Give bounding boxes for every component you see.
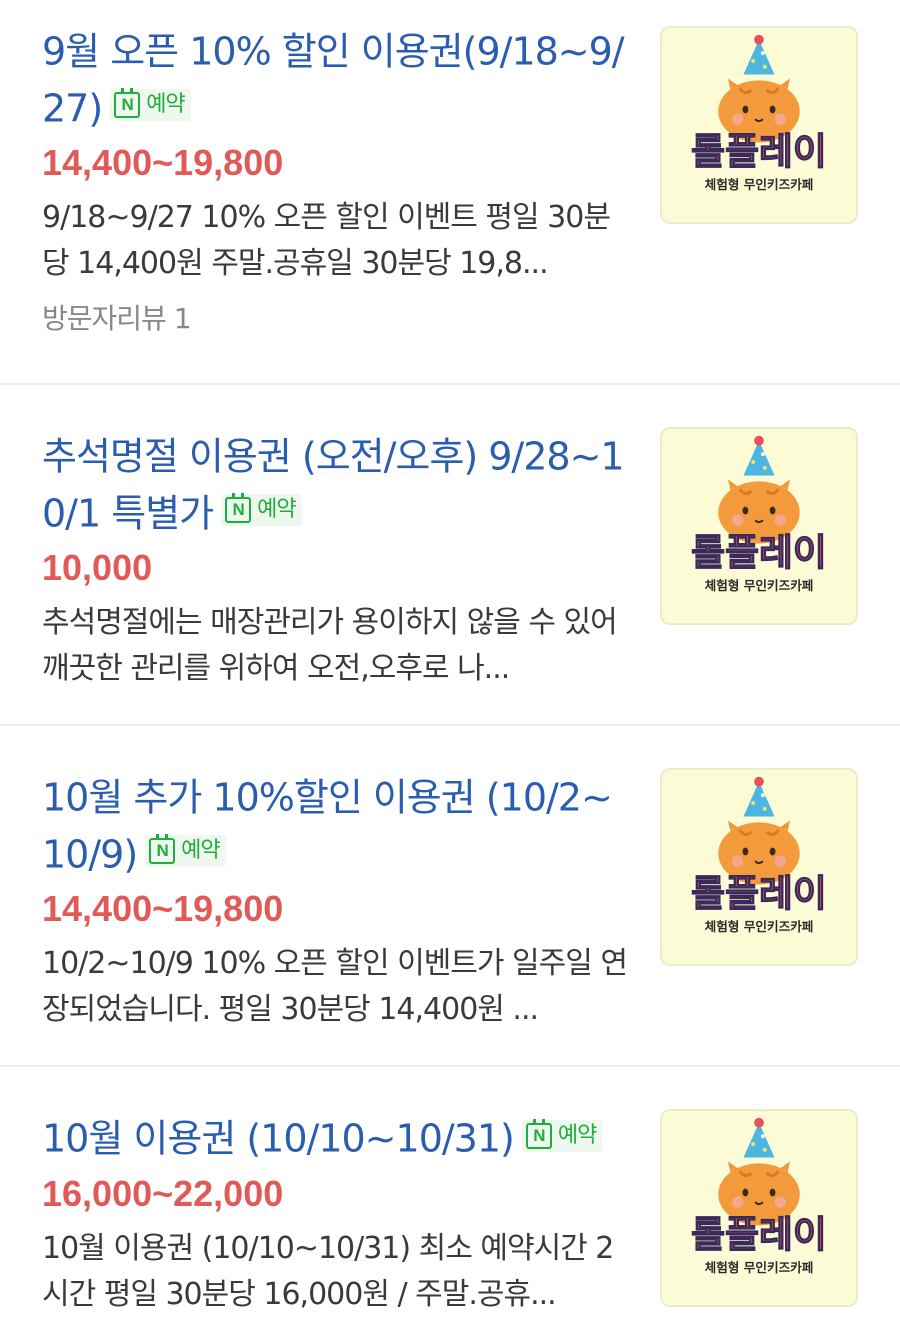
item-description: 10/2~10/9 10% 오픈 할인 이벤트가 일주일 연장되었습니다. 평일… — [42, 946, 628, 1027]
reservation-badge: N 예약 — [110, 88, 191, 121]
badge-label: 예약 — [257, 497, 296, 522]
item-title[interactable]: 9월 오픈 10% 할인 이용권(9/18~9/27) N 예약 — [42, 22, 632, 135]
item-price: 14,400~19,800 — [42, 888, 284, 929]
reservation-badge: N 예약 — [521, 1118, 603, 1152]
product-list: 9월 오픈 10% 할인 이용권(9/18~9/27) N 예약 14,400~19… — [0, 0, 900, 1344]
thumbnail-tagline: 체험형 무인키즈카페 — [705, 578, 814, 593]
thumbnail-tagline: 체험형 무인키즈카페 — [705, 1260, 814, 1275]
item-title[interactable]: 추석명절 이용권 (오전/오후) 9/28~10/1 특별가 N 예약 — [42, 427, 632, 540]
naver-booking-icon: N — [225, 493, 252, 523]
badge-label: 예약 — [181, 838, 220, 863]
list-item[interactable]: 10월 이용권 (10/10~10/31) N 예약 16,000~22,000 1… — [0, 1067, 900, 1344]
thumbnail-tagline: 체험형 무인키즈카페 — [705, 919, 814, 934]
reservation-badge: N 예약 — [221, 493, 302, 526]
item-content: 9월 오픈 10% 할인 이용권(9/18~9/27) N 예약 14,400~19… — [42, 22, 632, 341]
thumbnail-brand: 롤플레이 — [691, 872, 827, 915]
cat-party-hat-logo: 롤플레이 체험형 무인키즈카페 — [691, 435, 827, 593]
list-item[interactable]: 추석명절 이용권 (오전/오후) 9/28~10/1 특별가 N 예약 10,000… — [0, 385, 900, 726]
item-title[interactable]: 10월 이용권 (10/10~10/31) N 예약 — [42, 1109, 632, 1166]
cat-party-hat-logo: 롤플레이 체험형 무인키즈카페 — [691, 1117, 827, 1275]
item-price: 14,400~19,800 — [42, 142, 284, 183]
badge-label: 예약 — [557, 1122, 597, 1148]
list-item[interactable]: 9월 오픈 10% 할인 이용권(9/18~9/27) N 예약 14,400~19… — [0, 0, 900, 385]
list-item[interactable]: 10월 추가 10%할인 이용권 (10/2~10/9) N 예약 14,400~1… — [0, 726, 900, 1067]
item-thumbnail[interactable]: 롤플레이 체험형 무인키즈카페 — [660, 768, 858, 966]
item-thumbnail[interactable]: 롤플레이 체험형 무인키즈카페 — [660, 26, 858, 224]
item-description: 9/18~9/27 10% 오픈 할인 이벤트 평일 30분당 14,400원 … — [42, 200, 611, 281]
item-price: 10,000 — [42, 547, 153, 588]
thumbnail-brand: 롤플레이 — [691, 130, 827, 173]
reservation-badge: N 예약 — [145, 834, 226, 867]
item-thumbnail[interactable]: 롤플레이 체험형 무인키즈카페 — [660, 1109, 858, 1307]
thumbnail-tagline: 체험형 무인키즈카페 — [705, 177, 814, 192]
item-content: 10월 이용권 (10/10~10/31) N 예약 16,000~22,000 1… — [42, 1089, 632, 1318]
item-content: 10월 추가 10%할인 이용권 (10/2~10/9) N 예약 14,400~1… — [42, 748, 632, 1033]
item-description: 10월 이용권 (10/10~10/31) 최소 예약시간 2시간 평일 30분… — [42, 1230, 614, 1312]
item-title[interactable]: 10월 추가 10%할인 이용권 (10/2~10/9) N 예약 — [42, 768, 632, 881]
item-title-text[interactable]: 10월 이용권 (10/10~10/31) — [42, 1117, 515, 1161]
thumbnail-brand: 롤플레이 — [691, 531, 827, 574]
cat-party-hat-logo: 롤플레이 체험형 무인키즈카페 — [691, 34, 827, 192]
cat-party-hat-logo: 롤플레이 체험형 무인키즈카페 — [691, 776, 827, 934]
item-description: 추석명절에는 매장관리가 용이하지 않을 수 있어 깨끗한 관리를 위하여 오전… — [42, 605, 618, 686]
naver-booking-icon: N — [149, 834, 176, 864]
item-title-text[interactable]: 10월 추가 10%할인 이용권 (10/2~10/9) — [42, 776, 613, 877]
naver-booking-icon: N — [114, 88, 141, 118]
item-content: 추석명절 이용권 (오전/오후) 9/28~10/1 특별가 N 예약 10,000… — [42, 407, 632, 692]
item-price: 16,000~22,000 — [42, 1172, 284, 1214]
visitor-review-link[interactable]: 방문자리뷰 1 — [42, 297, 632, 341]
naver-booking-icon: N — [525, 1118, 552, 1149]
item-title-text[interactable]: 추석명절 이용권 (오전/오후) 9/28~10/1 특별가 — [42, 435, 625, 536]
item-thumbnail[interactable]: 롤플레이 체험형 무인키즈카페 — [660, 427, 858, 625]
thumbnail-brand: 롤플레이 — [691, 1213, 827, 1256]
badge-label: 예약 — [146, 92, 185, 117]
